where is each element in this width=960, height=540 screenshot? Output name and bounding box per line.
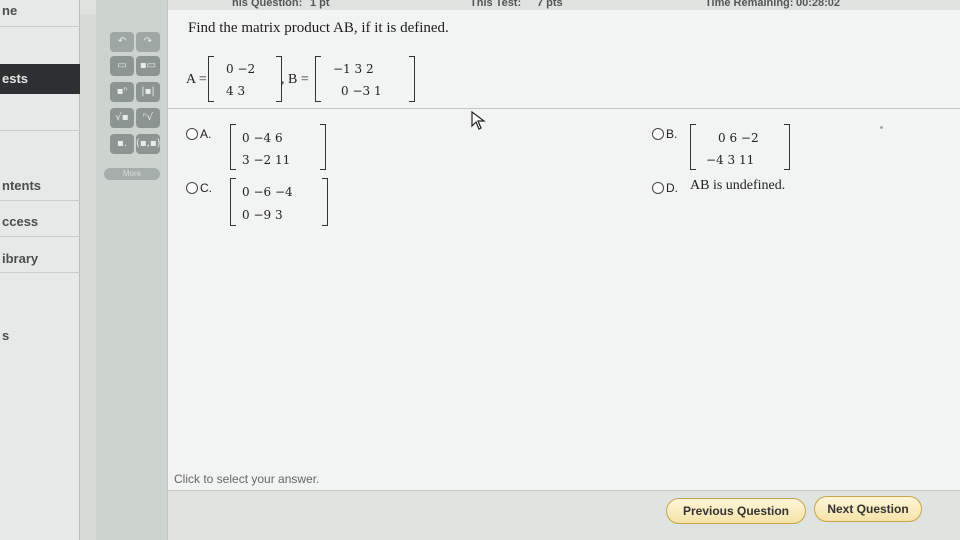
option-c-row-1: 0 −6 −4 <box>242 185 293 199</box>
matrix-b-row-1: −1 3 2 <box>333 62 374 76</box>
matrix-a-row-1: 0 −2 <box>226 62 256 76</box>
nav-divider <box>0 236 80 237</box>
sidebar-item-tests[interactable]: ests <box>0 64 80 94</box>
sidebar-item-library[interactable]: ibrary <box>0 251 80 266</box>
matrix-b: −1 3 2 0 −3 1 <box>315 56 415 102</box>
option-b-matrix[interactable]: 0 6 −2 −4 3 11 <box>690 124 790 170</box>
option-a-letter[interactable]: A. <box>200 127 211 141</box>
matrix-a-row-2: 4 3 <box>226 84 246 98</box>
option-c-matrix[interactable]: 0 −6 −4 0 −9 3 <box>230 178 328 226</box>
time-remaining-label: Time Remaining: <box>705 0 794 9</box>
previous-question-button[interactable]: Previous Question <box>666 498 806 524</box>
option-a-row-2: 3 −2 11 <box>242 153 291 167</box>
undo-icon[interactable]: ↶ <box>110 32 134 52</box>
mixed-number-icon[interactable]: ▪▭ <box>136 56 160 76</box>
option-b-row-2: −4 3 11 <box>706 153 755 167</box>
bracket-left <box>690 124 696 170</box>
answer-hint: Click to select your answer. <box>174 472 320 486</box>
option-b-letter[interactable]: B. <box>666 127 677 141</box>
next-question-button[interactable]: Next Question <box>814 496 922 522</box>
bracket-left <box>230 124 236 170</box>
option-b-radio[interactable] <box>652 128 664 140</box>
matrix-b-label: , B = <box>281 72 309 87</box>
bracket-left <box>230 178 236 226</box>
option-a-row-1: 0 −4 6 <box>242 131 283 145</box>
this-test-label: This Test: <box>470 0 522 9</box>
absolute-value-icon[interactable]: |▪| <box>136 82 160 102</box>
sidebar-item-more[interactable]: s <box>0 328 80 343</box>
more-tools-button[interactable]: More <box>104 168 160 180</box>
redo-icon[interactable]: ↷ <box>136 32 160 52</box>
bracket-left <box>315 56 321 102</box>
nth-root-icon[interactable]: ⁿ√ <box>136 108 160 128</box>
nav-divider <box>0 200 80 201</box>
bracket-left <box>208 56 214 102</box>
option-a-matrix[interactable]: 0 −4 6 3 −2 11 <box>230 124 326 170</box>
decimal-icon[interactable]: ▪. <box>110 134 134 154</box>
left-navigation: ne ests ntents ccess ibrary s <box>0 0 80 540</box>
fraction-icon[interactable]: ▭ <box>110 56 134 76</box>
nav-divider <box>0 130 80 131</box>
nav-divider <box>0 272 80 273</box>
option-d-radio[interactable] <box>652 182 664 194</box>
prompt-divider <box>168 108 960 109</box>
option-d-letter[interactable]: D. <box>666 181 678 195</box>
option-c-radio[interactable] <box>186 182 198 194</box>
ordered-pair-icon[interactable]: (▪,▪) <box>136 134 161 154</box>
bottom-navigation: Previous Question Next Question <box>168 490 960 540</box>
question-panel: Find the matrix product AB, if it is def… <box>168 10 960 490</box>
sidebar-item-home[interactable]: ne <box>0 3 80 18</box>
sidebar-item-access[interactable]: ccess <box>0 214 80 229</box>
option-b-row-1: 0 6 −2 <box>718 131 759 145</box>
exponent-icon[interactable]: ▪ⁿ <box>110 82 134 102</box>
mouse-cursor-icon <box>471 111 486 130</box>
option-c-letter[interactable]: C. <box>200 181 212 195</box>
question-points: 1 pt <box>310 0 330 9</box>
test-points: 7 pts <box>537 0 563 9</box>
time-remaining-value: 00:28:02 <box>796 0 841 9</box>
matrix-b-row-2: 0 −3 1 <box>341 84 382 98</box>
sqrt-icon[interactable]: √▪ <box>110 108 134 128</box>
this-question-label: his Question: <box>232 0 303 9</box>
bracket-right <box>409 56 415 102</box>
matrix-a: 0 −2 4 3 <box>208 56 282 102</box>
bracket-right <box>320 124 326 170</box>
option-c-row-2: 0 −9 3 <box>242 208 283 222</box>
stray-dot <box>880 126 883 129</box>
math-tool-palette <box>96 0 168 540</box>
option-a-radio[interactable] <box>186 128 198 140</box>
bracket-right <box>784 124 790 170</box>
matrix-a-label: A = <box>186 72 207 87</box>
option-d-text[interactable]: AB is undefined. <box>690 178 785 194</box>
sidebar-item-contents[interactable]: ntents <box>0 178 80 193</box>
question-prompt: Find the matrix product AB, if it is def… <box>188 20 449 36</box>
nav-divider <box>0 26 80 27</box>
bracket-right <box>322 178 328 226</box>
